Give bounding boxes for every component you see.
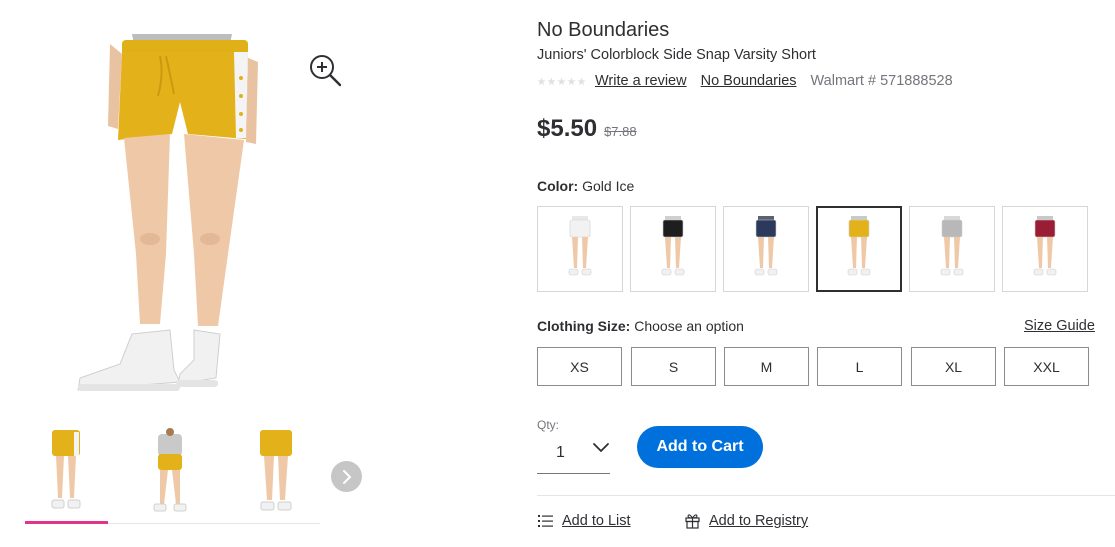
product-meta-row: Write a review No Boundaries Walmart # 5…	[537, 72, 953, 90]
qty-label: Qty:	[537, 418, 560, 432]
list-icon	[538, 515, 553, 527]
walmart-number: Walmart # 571888528	[810, 73, 953, 89]
size-label-title: Clothing Size:	[537, 318, 631, 334]
color-swatch-grey[interactable]	[909, 206, 995, 292]
add-to-cart-button[interactable]: Add to Cart	[637, 426, 763, 468]
size-option-xl[interactable]: XL	[911, 347, 996, 386]
chevron-down-icon	[593, 443, 609, 453]
was-price: $7.88	[604, 124, 637, 139]
rating-stars[interactable]	[537, 76, 586, 86]
thumbnail-1[interactable]	[25, 428, 107, 518]
size-guide-link[interactable]: Size Guide	[1024, 318, 1095, 334]
gift-icon	[685, 514, 700, 529]
next-thumbnail-button[interactable]	[331, 461, 362, 492]
product-name: Juniors' Colorblock Side Snap Varsity Sh…	[537, 47, 816, 63]
swatch-image	[661, 216, 685, 276]
swatch-image	[1033, 216, 1057, 276]
star-icon	[537, 76, 546, 85]
color-swatch-white[interactable]	[537, 206, 623, 292]
color-label-title: Color:	[537, 178, 579, 194]
qty-select[interactable]: 1	[537, 433, 610, 474]
brand-link[interactable]: No Boundaries	[701, 73, 797, 89]
add-to-registry-link[interactable]: Add to Registry	[684, 513, 808, 529]
swatch-image	[754, 216, 778, 276]
swatch-image	[940, 216, 964, 276]
thumbnail-strip	[25, 424, 320, 524]
color-swatch-gold-ice[interactable]	[816, 206, 902, 292]
size-label: Clothing Size: Choose an option	[537, 318, 744, 334]
color-swatch-navy[interactable]	[723, 206, 809, 292]
star-icon	[567, 76, 576, 85]
color-label: Color: Gold Ice	[537, 178, 634, 194]
main-product-image[interactable]	[70, 34, 270, 400]
swatch-image	[847, 216, 871, 276]
color-swatches	[537, 206, 1115, 292]
star-icon	[557, 76, 566, 85]
zoom-button[interactable]	[307, 52, 343, 88]
size-option-l[interactable]: L	[817, 347, 902, 386]
divider	[537, 495, 1115, 496]
star-icon	[547, 76, 556, 85]
brand-title: No Boundaries	[537, 19, 670, 41]
add-to-list-label: Add to List	[562, 513, 631, 529]
zoom-in-icon	[310, 55, 342, 87]
write-review-link[interactable]: Write a review	[595, 73, 687, 89]
size-option-m[interactable]: M	[724, 347, 809, 386]
thumbnail-3[interactable]	[235, 428, 317, 518]
price-row: $5.50 $7.88	[537, 115, 637, 143]
color-selected-value: Gold Ice	[582, 178, 635, 194]
size-option-xxl[interactable]: XXL	[1004, 347, 1089, 386]
size-option-xs[interactable]: XS	[537, 347, 622, 386]
size-selected-value: Choose an option	[634, 318, 744, 334]
active-thumbnail-indicator	[25, 521, 108, 524]
swatch-image	[568, 216, 592, 276]
color-swatch-black[interactable]	[630, 206, 716, 292]
color-swatch-burgundy[interactable]	[1002, 206, 1088, 292]
star-icon	[577, 76, 586, 85]
size-option-s[interactable]: S	[631, 347, 716, 386]
current-price: $5.50	[537, 115, 598, 142]
add-to-list-link[interactable]: Add to List	[537, 513, 631, 529]
thumbnail-2[interactable]	[129, 428, 211, 518]
qty-value: 1	[556, 444, 565, 461]
chevron-right-icon	[342, 469, 351, 484]
add-to-registry-label: Add to Registry	[709, 513, 809, 529]
